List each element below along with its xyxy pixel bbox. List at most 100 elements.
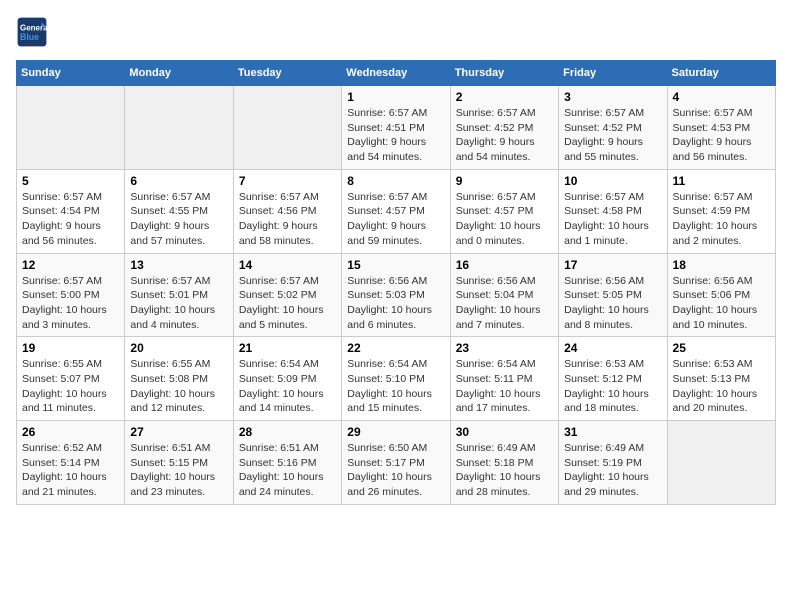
weekday-header-monday: Monday — [125, 61, 233, 86]
calendar-week-4: 19Sunrise: 6:55 AMSunset: 5:07 PMDayligh… — [17, 337, 776, 421]
calendar-cell: 24 Sunrise: 6:53 AMSunset: 5:12 PMDayligh… — [559, 337, 667, 421]
calendar-cell: 20 Sunrise: 6:55 AMSunset: 5:08 PMDayligh… — [125, 337, 233, 421]
day-info: Sunrise: 6:51 AMSunset: 5:16 PMDaylight:… — [239, 441, 336, 500]
calendar-cell: 15 Sunrise: 6:56 AMSunset: 5:03 PMDayligh… — [342, 253, 450, 337]
day-number: 14 — [239, 258, 336, 272]
calendar-cell: 25 Sunrise: 6:53 AMSunset: 5:13 PMDayligh… — [667, 337, 775, 421]
calendar-table: SundayMondayTuesdayWednesdayThursdayFrid… — [16, 60, 776, 505]
day-info: Sunrise: 6:57 AMSunset: 4:57 PMDaylight:… — [347, 190, 444, 249]
day-info: Sunrise: 6:57 AMSunset: 5:00 PMDaylight:… — [22, 274, 119, 333]
calendar-cell: 23 Sunrise: 6:54 AMSunset: 5:11 PMDayligh… — [450, 337, 558, 421]
calendar-week-2: 5 Sunrise: 6:57 AMSunset: 4:54 PMDaylight… — [17, 169, 776, 253]
day-info: Sunrise: 6:56 AMSunset: 5:03 PMDaylight:… — [347, 274, 444, 333]
calendar-cell: 30 Sunrise: 6:49 AMSunset: 5:18 PMDayligh… — [450, 421, 558, 505]
day-info: Sunrise: 6:57 AMSunset: 4:58 PMDaylight:… — [564, 190, 661, 249]
day-number: 17 — [564, 258, 661, 272]
day-number: 25 — [673, 341, 770, 355]
day-number: 13 — [130, 258, 227, 272]
day-info: Sunrise: 6:50 AMSunset: 5:17 PMDaylight:… — [347, 441, 444, 500]
calendar-cell: 21 Sunrise: 6:54 AMSunset: 5:09 PMDayligh… — [233, 337, 341, 421]
day-info: Sunrise: 6:53 AMSunset: 5:12 PMDaylight:… — [564, 357, 661, 416]
day-info: Sunrise: 6:54 AMSunset: 5:09 PMDaylight:… — [239, 357, 336, 416]
calendar-cell: 5 Sunrise: 6:57 AMSunset: 4:54 PMDaylight… — [17, 169, 125, 253]
calendar-cell: 31 Sunrise: 6:49 AMSunset: 5:19 PMDayligh… — [559, 421, 667, 505]
day-number: 29 — [347, 425, 444, 439]
day-number: 31 — [564, 425, 661, 439]
day-number: 23 — [456, 341, 553, 355]
day-info: Sunrise: 6:56 AMSunset: 5:05 PMDaylight:… — [564, 274, 661, 333]
day-number: 15 — [347, 258, 444, 272]
weekday-header-saturday: Saturday — [667, 61, 775, 86]
calendar-body: 1 Sunrise: 6:57 AMSunset: 4:51 PMDaylight… — [17, 86, 776, 505]
calendar-cell: 10 Sunrise: 6:57 AMSunset: 4:58 PMDayligh… — [559, 169, 667, 253]
day-info: Sunrise: 6:49 AMSunset: 5:18 PMDaylight:… — [456, 441, 553, 500]
calendar-week-3: 12Sunrise: 6:57 AMSunset: 5:00 PMDayligh… — [17, 253, 776, 337]
day-info: Sunrise: 6:57 AMSunset: 4:51 PMDaylight:… — [347, 106, 444, 165]
day-number: 3 — [564, 90, 661, 104]
day-info: Sunrise: 6:56 AMSunset: 5:06 PMDaylight:… — [673, 274, 770, 333]
day-info: Sunrise: 6:49 AMSunset: 5:19 PMDaylight:… — [564, 441, 661, 500]
calendar-cell: 11 Sunrise: 6:57 AMSunset: 4:59 PMDayligh… — [667, 169, 775, 253]
calendar-cell: 26Sunrise: 6:52 AMSunset: 5:14 PMDayligh… — [17, 421, 125, 505]
calendar-cell: 12Sunrise: 6:57 AMSunset: 5:00 PMDayligh… — [17, 253, 125, 337]
day-info: Sunrise: 6:57 AMSunset: 4:53 PMDaylight:… — [673, 106, 770, 165]
calendar-cell: 17 Sunrise: 6:56 AMSunset: 5:05 PMDayligh… — [559, 253, 667, 337]
weekday-header-thursday: Thursday — [450, 61, 558, 86]
calendar-cell: 27Sunrise: 6:51 AMSunset: 5:15 PMDayligh… — [125, 421, 233, 505]
calendar-cell: 18 Sunrise: 6:56 AMSunset: 5:06 PMDayligh… — [667, 253, 775, 337]
day-number: 21 — [239, 341, 336, 355]
day-info: Sunrise: 6:56 AMSunset: 5:04 PMDaylight:… — [456, 274, 553, 333]
day-info: Sunrise: 6:51 AMSunset: 5:15 PMDaylight:… — [130, 441, 227, 500]
day-number: 30 — [456, 425, 553, 439]
calendar-cell — [17, 86, 125, 170]
day-number: 9 — [456, 174, 553, 188]
calendar-cell: 19Sunrise: 6:55 AMSunset: 5:07 PMDayligh… — [17, 337, 125, 421]
day-number: 24 — [564, 341, 661, 355]
day-info: Sunrise: 6:55 AMSunset: 5:08 PMDaylight:… — [130, 357, 227, 416]
calendar-cell — [233, 86, 341, 170]
day-number: 6 — [130, 174, 227, 188]
weekday-header-friday: Friday — [559, 61, 667, 86]
weekday-header-sunday: Sunday — [17, 61, 125, 86]
day-number: 8 — [347, 174, 444, 188]
logo-icon: General Blue — [16, 16, 48, 48]
day-number: 16 — [456, 258, 553, 272]
calendar-header-row: SundayMondayTuesdayWednesdayThursdayFrid… — [17, 61, 776, 86]
calendar-cell: 4 Sunrise: 6:57 AMSunset: 4:53 PMDaylight… — [667, 86, 775, 170]
day-info: Sunrise: 6:54 AMSunset: 5:11 PMDaylight:… — [456, 357, 553, 416]
calendar-cell — [125, 86, 233, 170]
logo: General Blue — [16, 16, 52, 48]
calendar-cell: 7 Sunrise: 6:57 AMSunset: 4:56 PMDaylight… — [233, 169, 341, 253]
day-info: Sunrise: 6:57 AMSunset: 4:54 PMDaylight:… — [22, 190, 119, 249]
day-info: Sunrise: 6:52 AMSunset: 5:14 PMDaylight:… — [22, 441, 119, 500]
calendar-cell: 6Sunrise: 6:57 AMSunset: 4:55 PMDaylight… — [125, 169, 233, 253]
day-info: Sunrise: 6:57 AMSunset: 4:52 PMDaylight:… — [564, 106, 661, 165]
calendar-cell: 8 Sunrise: 6:57 AMSunset: 4:57 PMDaylight… — [342, 169, 450, 253]
day-info: Sunrise: 6:57 AMSunset: 4:56 PMDaylight:… — [239, 190, 336, 249]
day-number: 18 — [673, 258, 770, 272]
day-info: Sunrise: 6:53 AMSunset: 5:13 PMDaylight:… — [673, 357, 770, 416]
day-info: Sunrise: 6:57 AMSunset: 4:57 PMDaylight:… — [456, 190, 553, 249]
calendar-cell: 13Sunrise: 6:57 AMSunset: 5:01 PMDayligh… — [125, 253, 233, 337]
day-number: 1 — [347, 90, 444, 104]
day-number: 5 — [22, 174, 119, 188]
day-number: 2 — [456, 90, 553, 104]
day-number: 7 — [239, 174, 336, 188]
day-number: 10 — [564, 174, 661, 188]
calendar-cell: 2 Sunrise: 6:57 AMSunset: 4:52 PMDaylight… — [450, 86, 558, 170]
calendar-cell: 28 Sunrise: 6:51 AMSunset: 5:16 PMDayligh… — [233, 421, 341, 505]
day-info: Sunrise: 6:57 AMSunset: 4:59 PMDaylight:… — [673, 190, 770, 249]
page-header: General Blue — [16, 16, 776, 48]
day-number: 28 — [239, 425, 336, 439]
calendar-cell — [667, 421, 775, 505]
calendar-cell: 16 Sunrise: 6:56 AMSunset: 5:04 PMDayligh… — [450, 253, 558, 337]
day-number: 11 — [673, 174, 770, 188]
day-number: 20 — [130, 341, 227, 355]
day-number: 4 — [673, 90, 770, 104]
day-info: Sunrise: 6:57 AMSunset: 4:52 PMDaylight:… — [456, 106, 553, 165]
day-info: Sunrise: 6:57 AMSunset: 5:02 PMDaylight:… — [239, 274, 336, 333]
weekday-header-tuesday: Tuesday — [233, 61, 341, 86]
calendar-week-5: 26Sunrise: 6:52 AMSunset: 5:14 PMDayligh… — [17, 421, 776, 505]
day-info: Sunrise: 6:55 AMSunset: 5:07 PMDaylight:… — [22, 357, 119, 416]
calendar-cell: 1 Sunrise: 6:57 AMSunset: 4:51 PMDaylight… — [342, 86, 450, 170]
